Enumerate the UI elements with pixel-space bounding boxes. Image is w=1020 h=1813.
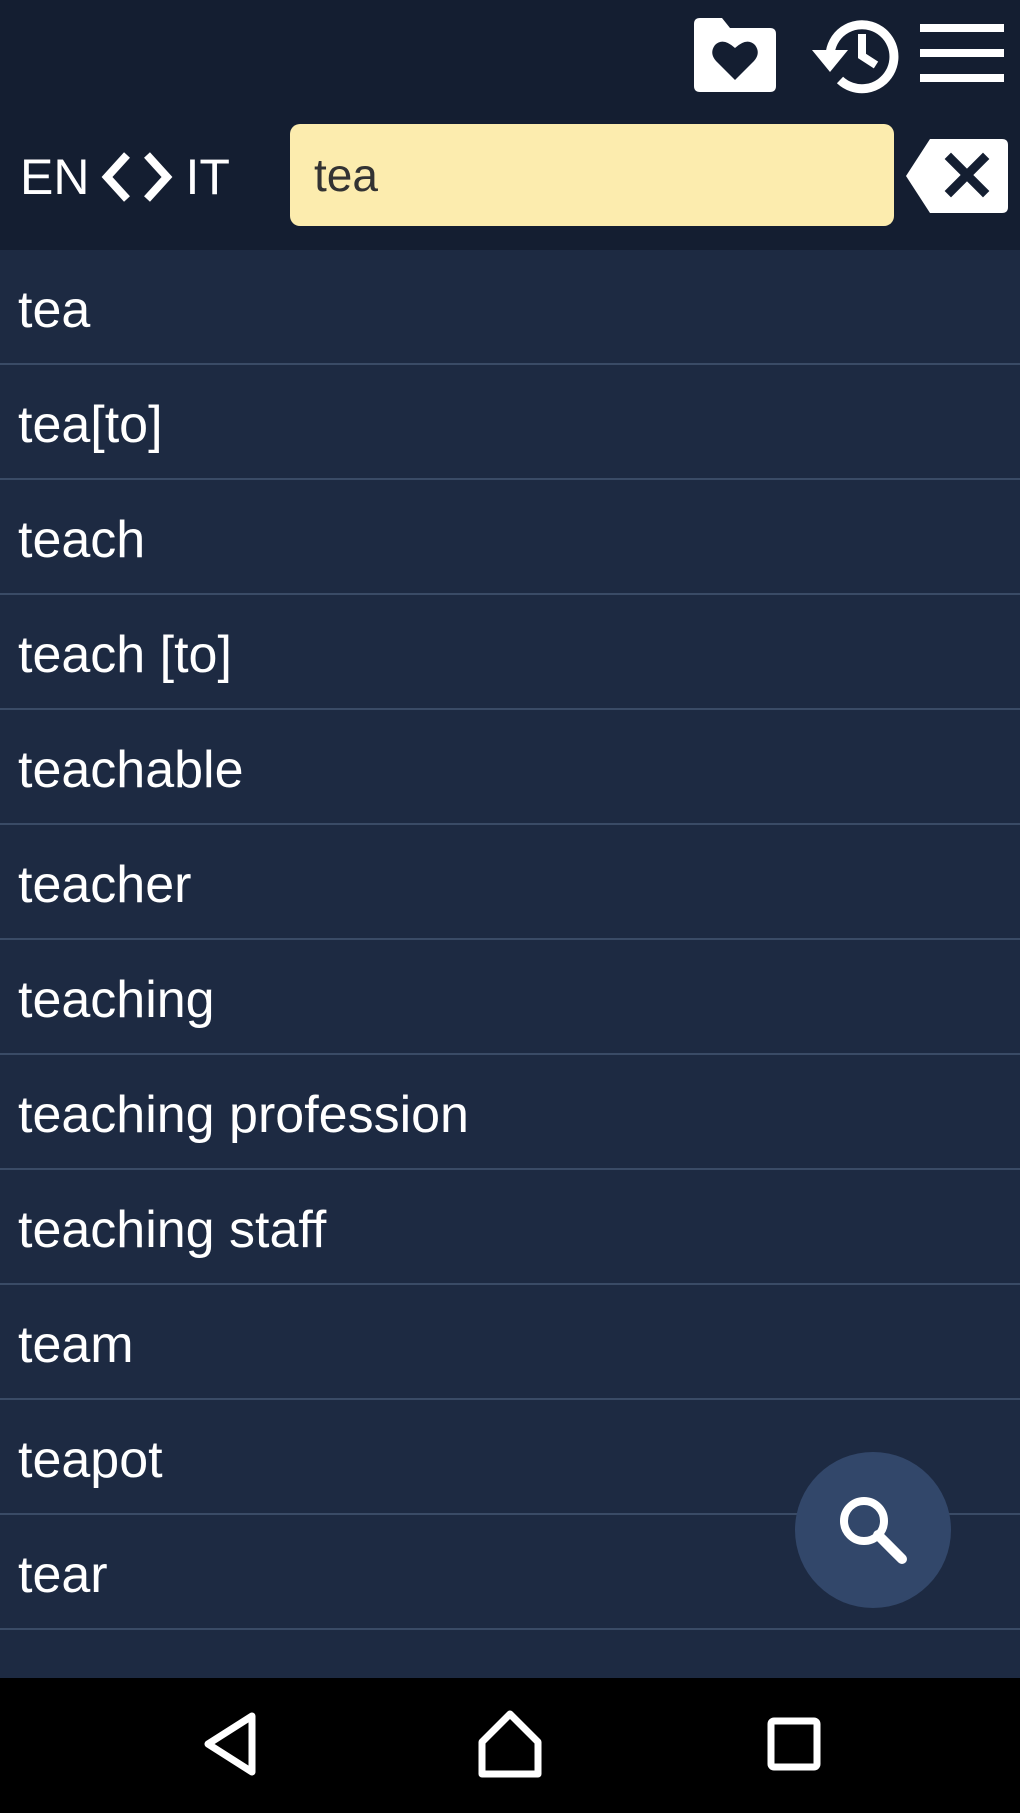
- source-language-label: EN: [20, 149, 90, 205]
- top-toolbar: [0, 0, 1020, 110]
- result-item[interactable]: teaching: [0, 940, 1020, 1055]
- result-item[interactable]: teach [to]: [0, 595, 1020, 710]
- result-item[interactable]: team: [0, 1285, 1020, 1400]
- favorites-folder-icon[interactable]: [690, 10, 780, 105]
- backspace-clear-icon: [906, 139, 1008, 213]
- menu-icon[interactable]: [918, 18, 1006, 93]
- result-item[interactable]: teaching profession: [0, 1055, 1020, 1170]
- result-item[interactable]: tea[to]: [0, 365, 1020, 480]
- history-icon[interactable]: [800, 10, 900, 105]
- result-item[interactable]: teacher: [0, 825, 1020, 940]
- swap-languages-icon[interactable]: [95, 149, 179, 205]
- target-language-label: IT: [185, 149, 230, 205]
- search-fab-button[interactable]: [795, 1452, 951, 1608]
- system-navigation-bar: [0, 1678, 1020, 1813]
- search-input[interactable]: [290, 124, 894, 226]
- result-item[interactable]: teach: [0, 480, 1020, 595]
- result-item[interactable]: teaching staff: [0, 1170, 1020, 1285]
- language-switch[interactable]: EN IT: [20, 145, 230, 209]
- back-icon[interactable]: [198, 1708, 262, 1785]
- recents-icon[interactable]: [764, 1708, 824, 1785]
- home-icon[interactable]: [474, 1708, 546, 1785]
- result-item[interactable]: teachable: [0, 710, 1020, 825]
- search-icon: [840, 1497, 907, 1564]
- result-item[interactable]: tea: [0, 250, 1020, 365]
- clear-search-button[interactable]: [906, 137, 1010, 220]
